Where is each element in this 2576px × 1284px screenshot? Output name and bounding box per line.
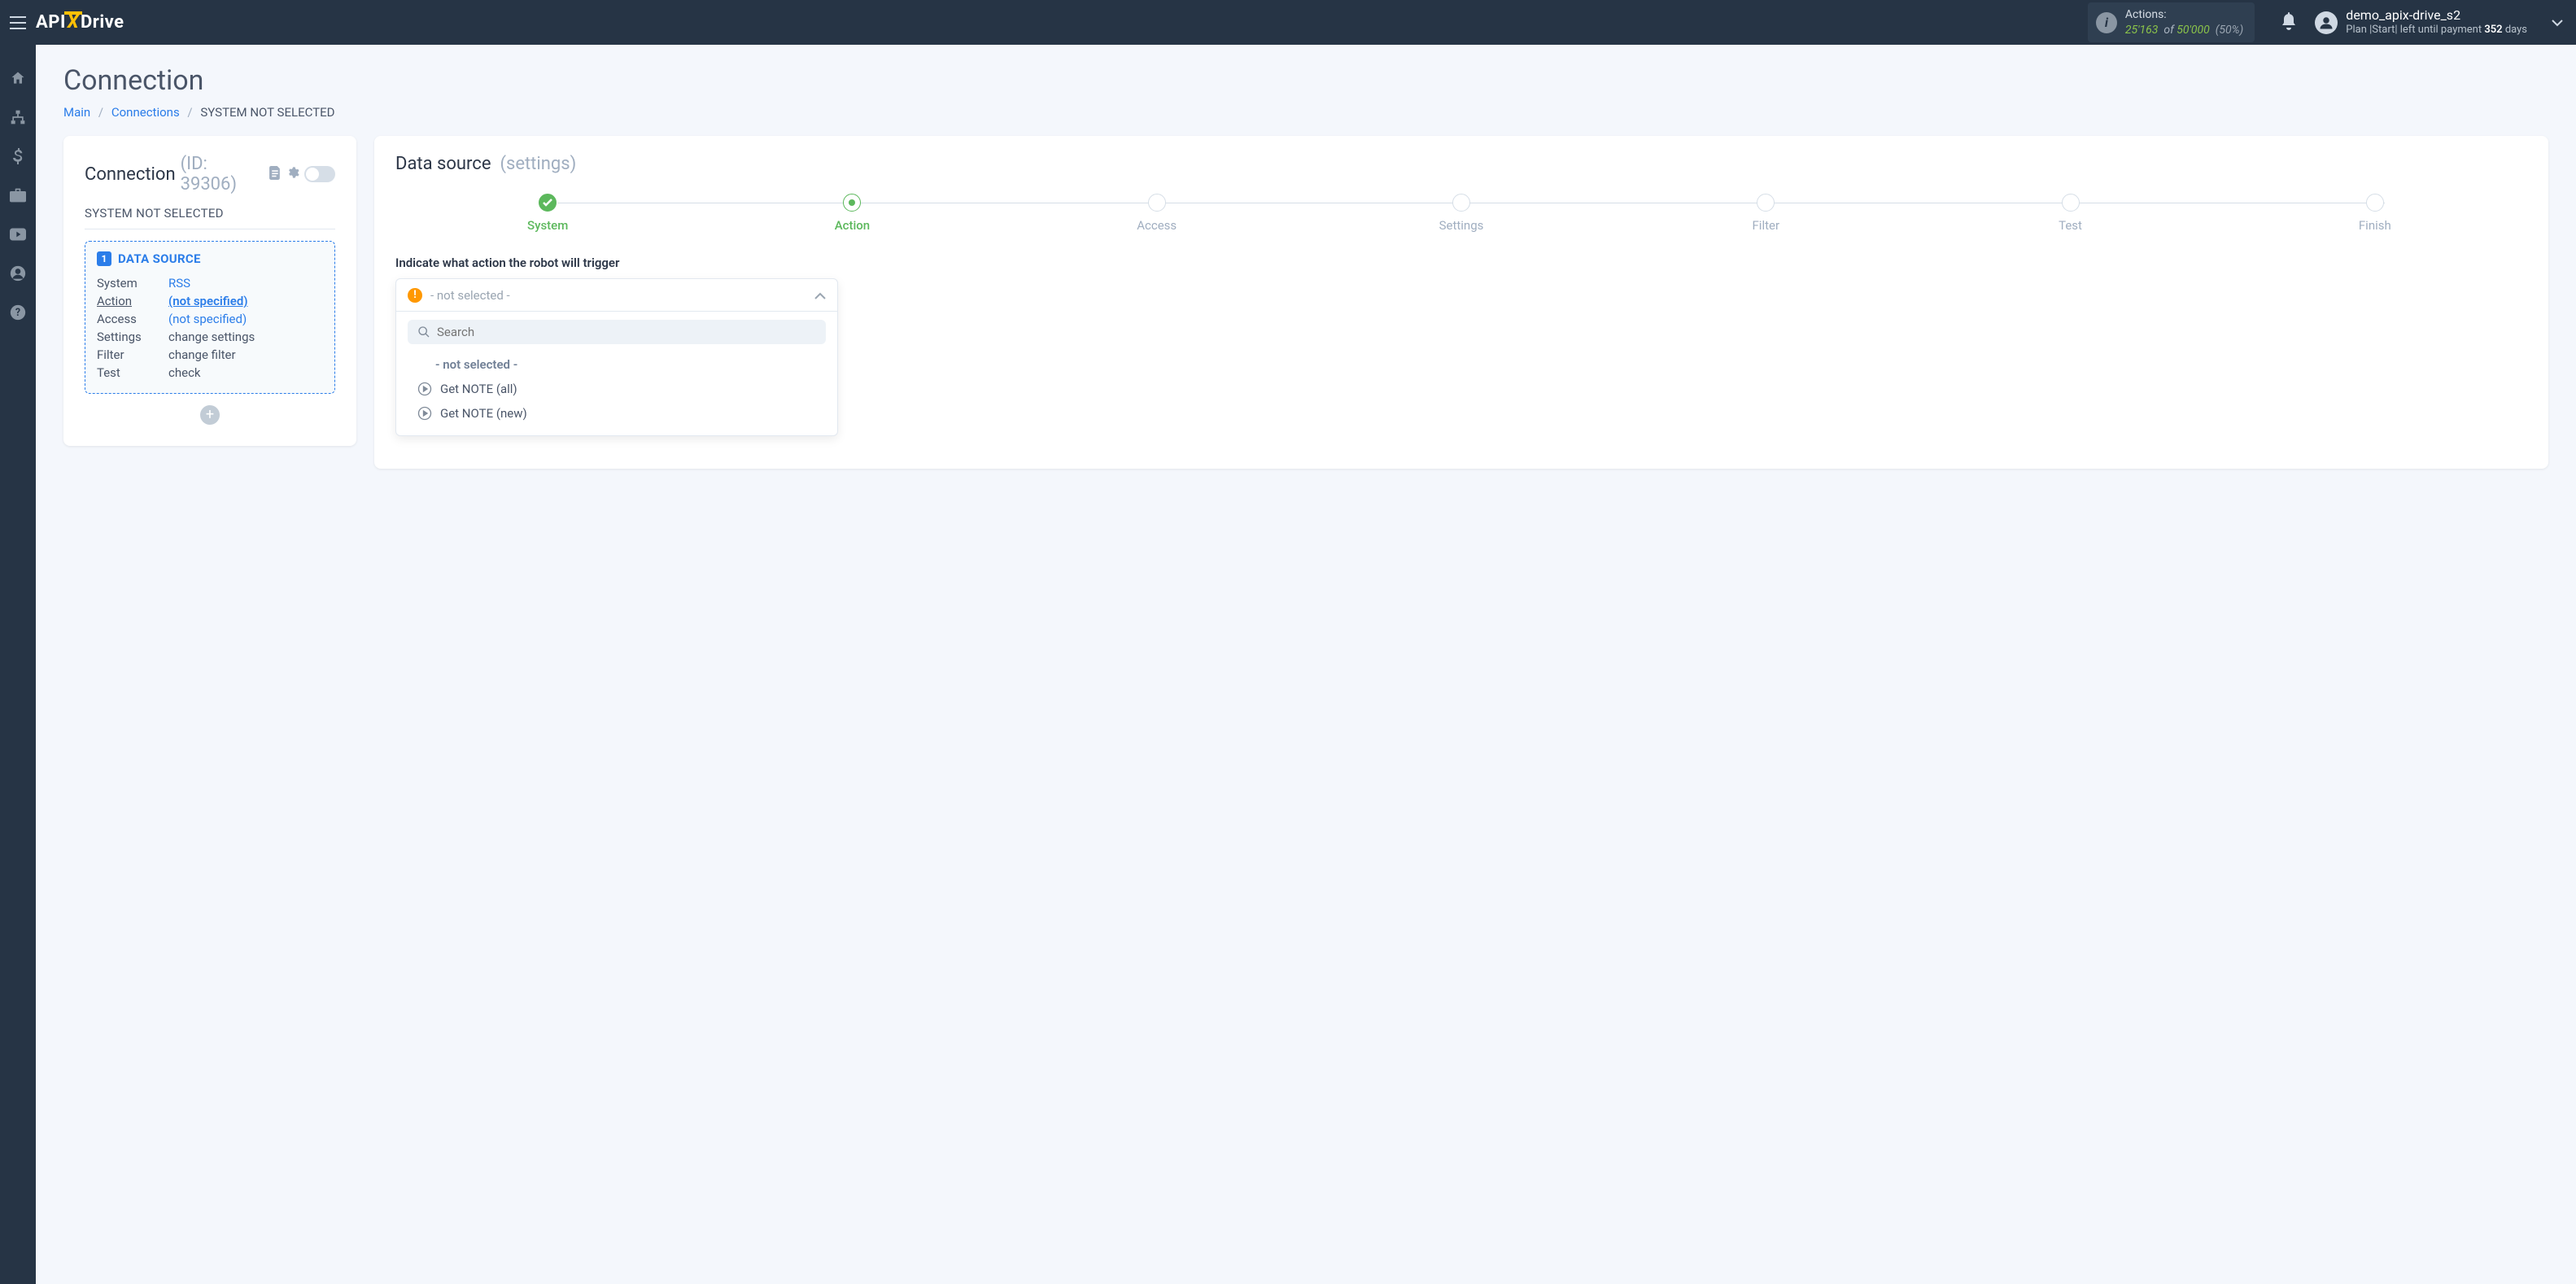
dropdown-search[interactable] <box>408 320 826 344</box>
gear-icon <box>286 166 299 179</box>
logo-part1: API <box>36 12 66 33</box>
k-access: Access <box>97 312 168 326</box>
sidebar-billing[interactable] <box>9 147 27 165</box>
play-icon <box>417 406 432 421</box>
connection-panel: Connection (ID: 39306) SYSTEM NOT SELECT… <box>63 136 356 446</box>
sidebar-help[interactable]: ? <box>9 304 27 321</box>
warning-icon: ! <box>408 288 422 303</box>
page-title: Connection <box>63 64 2548 97</box>
copy-button[interactable] <box>269 166 282 183</box>
user-icon <box>10 265 26 282</box>
home-icon <box>10 70 26 86</box>
settings-button[interactable] <box>286 166 299 182</box>
user-menu[interactable]: demo_apix-drive_s2 Plan |Start| left unt… <box>2315 7 2527 37</box>
v-access[interactable]: (not specified) <box>168 312 247 326</box>
step-access[interactable]: Access <box>1005 194 1309 233</box>
k-system: System <box>97 276 168 290</box>
connection-title: Connection <box>85 164 176 185</box>
step-action[interactable]: Action <box>700 194 1004 233</box>
youtube-icon <box>10 228 26 241</box>
document-icon <box>269 166 282 180</box>
k-filter: Filter <box>97 347 168 362</box>
action-dropdown[interactable]: ! - not selected - - not selected - <box>395 278 838 436</box>
system-not-selected-label: SYSTEM NOT SELECTED <box>85 206 335 229</box>
instruction-label: Indicate what action the robot will trig… <box>395 255 2527 270</box>
logo[interactable]: API X Drive <box>36 12 124 33</box>
step-finish[interactable]: Finish <box>2223 194 2527 233</box>
step-settings[interactable]: Settings <box>1309 194 1613 233</box>
data-source-panel: Data source (settings) System Action Acc… <box>374 136 2548 469</box>
v-filter[interactable]: change filter <box>168 347 236 362</box>
wizard-steps: System Action Access Settings Filter Tes… <box>395 194 2527 233</box>
sidebar-tools[interactable] <box>9 186 27 204</box>
breadcrumb-connections[interactable]: Connections <box>111 105 180 120</box>
sidebar-connections[interactable] <box>9 108 27 126</box>
connection-toggle[interactable] <box>304 166 335 182</box>
bell-icon <box>2281 12 2297 30</box>
dropdown-body: - not selected - Get NOTE (all) Get NOTE… <box>396 312 837 435</box>
actions-pct: (50%) <box>2212 24 2243 37</box>
breadcrumb-main[interactable]: Main <box>63 105 90 120</box>
briefcase-icon <box>10 188 26 203</box>
main-content: Connection Main / Connections / SYSTEM N… <box>36 45 2576 1284</box>
step-test[interactable]: Test <box>1918 194 2222 233</box>
option-get-note-all[interactable]: Get NOTE (all) <box>408 377 826 401</box>
breadcrumb-current: SYSTEM NOT SELECTED <box>200 105 334 120</box>
breadcrumb: Main / Connections / SYSTEM NOT SELECTED <box>63 105 2548 120</box>
chevron-up-icon <box>814 287 826 303</box>
user-plan: Plan |Start| left until payment 352 days <box>2346 24 2527 37</box>
user-name: demo_apix-drive_s2 <box>2346 7 2527 24</box>
v-settings[interactable]: change settings <box>168 330 255 344</box>
actions-used: 25'163 <box>2125 24 2159 37</box>
k-action: Action <box>97 294 168 308</box>
option-get-note-new[interactable]: Get NOTE (new) <box>408 401 826 426</box>
hamburger-icon <box>10 16 26 29</box>
ds-heading-sub: (settings) <box>496 154 576 174</box>
actions-summary[interactable]: i Actions: 25'163 of 50'000 (50%) <box>2088 2 2255 41</box>
plus-icon: + <box>206 408 214 422</box>
logo-part3: Drive <box>81 12 124 33</box>
info-icon: i <box>2096 12 2117 33</box>
svg-text:?: ? <box>15 307 20 319</box>
v-system[interactable]: RSS <box>168 276 190 290</box>
dropdown-head[interactable]: ! - not selected - <box>396 279 837 312</box>
actions-limit: 50'000 <box>2177 24 2210 37</box>
step-system[interactable]: System <box>395 194 700 233</box>
v-test[interactable]: check <box>168 365 201 380</box>
data-source-box[interactable]: 1 DATA SOURCE SystemRSS Action(not speci… <box>85 241 335 394</box>
sidebar-video[interactable] <box>9 225 27 243</box>
topbar: API X Drive i Actions: 25'163 of 50'000 … <box>0 0 2576 45</box>
play-icon <box>417 382 432 396</box>
search-icon <box>417 325 430 338</box>
k-settings: Settings <box>97 330 168 344</box>
search-input[interactable] <box>437 325 816 339</box>
sidebar-account[interactable] <box>9 264 27 282</box>
add-destination-button[interactable]: + <box>200 405 220 425</box>
notifications-button[interactable] <box>2281 12 2297 33</box>
ds-badge: 1 <box>97 251 111 266</box>
logo-part2: X <box>67 12 80 33</box>
sitemap-icon <box>10 109 26 125</box>
question-icon: ? <box>10 304 26 321</box>
sidebar-home[interactable] <box>9 69 27 87</box>
chevron-down-icon <box>2552 20 2563 27</box>
avatar-icon <box>2315 11 2338 34</box>
option-not-selected[interactable]: - not selected - <box>408 352 826 377</box>
connection-id: (ID: 39306) <box>181 154 264 194</box>
k-test: Test <box>97 365 168 380</box>
ds-heading: Data source <box>395 154 491 174</box>
ds-title: DATA SOURCE <box>118 251 201 266</box>
actions-of: of <box>2161 24 2177 37</box>
dollar-icon <box>11 148 25 164</box>
actions-label: Actions: <box>2125 7 2243 22</box>
dropdown-selected: - not selected - <box>430 288 510 303</box>
sidebar: ? <box>0 45 36 1284</box>
user-menu-chevron[interactable] <box>2552 15 2563 30</box>
v-action[interactable]: (not specified) <box>168 294 248 308</box>
step-filter[interactable]: Filter <box>1613 194 1918 233</box>
menu-toggle[interactable] <box>0 0 36 45</box>
